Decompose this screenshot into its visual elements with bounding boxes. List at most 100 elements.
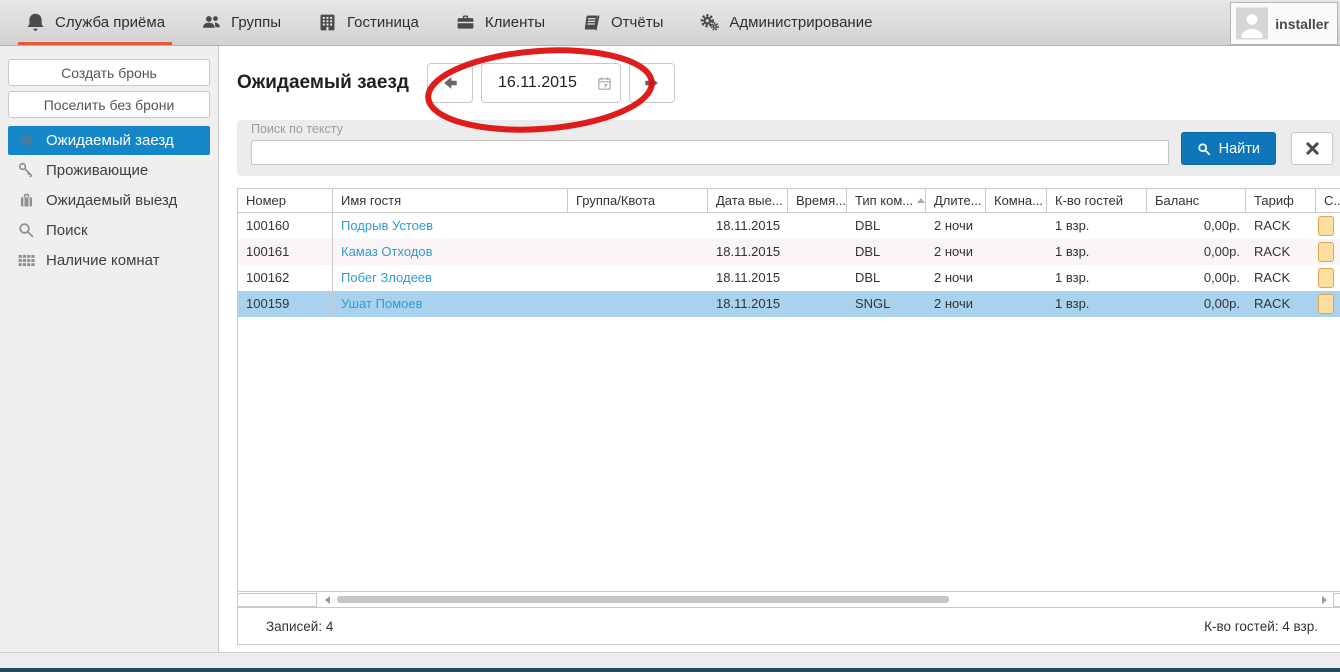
page-title: Ожидаемый заезд <box>237 72 409 94</box>
date-navigator: 16.11.2015 <box>427 63 675 103</box>
cell-group <box>568 265 708 291</box>
search-input[interactable] <box>251 140 1169 165</box>
table-header-row: НомерИмя гостяГруппа/КвотаДата вые...Вре… <box>238 189 1340 213</box>
column-header-duration[interactable]: Длите... <box>926 189 986 212</box>
column-header-number[interactable]: Номер <box>238 189 333 212</box>
column-header-status[interactable]: С... <box>1316 189 1340 212</box>
cell-tariff: RACK <box>1246 291 1316 317</box>
column-header-date_out[interactable]: Дата вые... <box>708 189 788 212</box>
cell-time <box>788 291 847 317</box>
horizontal-scrollbar <box>237 592 1340 607</box>
reports-icon <box>581 12 602 33</box>
nav-label: Администрирование <box>729 14 872 31</box>
scrollbar-corner <box>1333 593 1340 607</box>
cell-date_out: 18.11.2015 <box>708 265 788 291</box>
nav-item-clients[interactable]: Клиенты <box>448 0 552 45</box>
column-header-room_type[interactable]: Тип ком... <box>847 189 926 212</box>
cell-room <box>986 265 1047 291</box>
arrow-right-icon <box>643 74 661 92</box>
cell-balance: 0,00р. <box>1147 213 1246 239</box>
column-header-guests[interactable]: К-во гостей <box>1047 189 1147 212</box>
cell-guest[interactable]: Побег Злодеев <box>333 265 568 291</box>
table-row[interactable]: 100160Подрыв Устоев18.11.2015DBL2 ночи1 … <box>238 213 1340 239</box>
scroll-right-icon[interactable] <box>1322 596 1327 604</box>
calendar-icon[interactable] <box>597 76 612 91</box>
sidebar-item-search[interactable]: Поиск <box>8 216 210 245</box>
bell-icon <box>25 12 46 33</box>
nav-label: Группы <box>231 14 281 31</box>
column-header-guest[interactable]: Имя гостя <box>333 189 568 212</box>
cell-guest[interactable]: Ушат Помоев <box>333 291 568 317</box>
sidebar: Создать бронь Поселить без брони Ожидаем… <box>0 46 219 652</box>
close-icon <box>1306 142 1319 155</box>
cell-guest[interactable]: Подрыв Устоев <box>333 213 568 239</box>
sidebar-item-label: Ожидаемый заезд <box>46 132 174 149</box>
table-row[interactable]: 100159Ушат Помоев18.11.2015SNGL2 ночи1 в… <box>238 291 1340 317</box>
sidebar-item-expected-arrivals[interactable]: Ожидаемый заезд <box>8 126 210 155</box>
scroll-left-icon[interactable] <box>325 596 330 604</box>
cell-room_type: DBL <box>847 239 926 265</box>
column-header-group[interactable]: Группа/Квота <box>568 189 708 212</box>
key-icon <box>17 161 36 180</box>
cell-guests: 1 взр. <box>1047 291 1147 317</box>
search-panel: Поиск по тексту Найти <box>237 120 1340 176</box>
cell-room <box>986 239 1047 265</box>
cell-tariff: RACK <box>1246 213 1316 239</box>
column-header-room[interactable]: Комна... <box>986 189 1047 212</box>
table-body: 100160Подрыв Устоев 18.11.2015 DBL2 ночи 1 … <box>238 213 1340 317</box>
cell-time <box>788 213 847 239</box>
cell-guests: 1 взр. <box>1047 213 1147 239</box>
sort-asc-icon <box>917 198 925 203</box>
cell-tariff: RACK <box>1246 265 1316 291</box>
cell-number: 100160 <box>238 213 333 239</box>
sidebar-menu: Ожидаемый заезд Проживающие Ожидаемый вы… <box>0 126 218 275</box>
status-badge <box>1318 294 1334 314</box>
status-badge <box>1318 216 1334 236</box>
sidebar-item-expected-departures[interactable]: Ожидаемый выезд <box>8 186 210 215</box>
records-count: Записей: 4 <box>266 619 333 634</box>
checkin-without-booking-button[interactable]: Поселить без брони <box>8 91 210 118</box>
cell-room <box>986 291 1047 317</box>
sidebar-item-guests-inhouse[interactable]: Проживающие <box>8 156 210 185</box>
nav-item-hotel[interactable]: Гостиница <box>310 0 426 45</box>
cell-group <box>568 239 708 265</box>
find-button[interactable]: Найти <box>1181 132 1276 165</box>
nav-item-reception-service[interactable]: Служба приёма <box>18 0 172 45</box>
page-header: Ожидаемый заезд 16.11.2015 <box>237 46 1340 120</box>
clear-search-button[interactable] <box>1291 132 1333 165</box>
sidebar-item-room-availability[interactable]: Наличие комнат <box>8 246 210 275</box>
luggage-icon <box>17 191 36 210</box>
column-header-time[interactable]: Время... <box>788 189 847 212</box>
cell-status <box>1316 291 1340 317</box>
cell-date_out: 18.11.2015 <box>708 239 788 265</box>
column-header-balance[interactable]: Баланс <box>1147 189 1246 212</box>
scrollbar-thumb[interactable] <box>337 596 949 603</box>
find-button-label: Найти <box>1219 141 1260 157</box>
cell-number: 100161 <box>238 239 333 265</box>
prev-day-button[interactable] <box>427 63 473 103</box>
next-day-button[interactable] <box>629 63 675 103</box>
gears-icon <box>699 12 720 33</box>
status-bar: Записей: 4 К-во гостей: 4 взр. <box>237 607 1340 645</box>
table-row[interactable]: 100162Побег Злодеев18.11.2015DBL2 ночи1 … <box>238 265 1340 291</box>
table-row[interactable]: 100161Камаз Отходов18.11.2015DBL2 ночи1 … <box>238 239 1340 265</box>
column-header-tariff[interactable]: Тариф <box>1246 189 1316 212</box>
hotel-icon <box>317 12 338 33</box>
groups-icon <box>201 12 222 33</box>
cell-duration: 2 ночи <box>926 213 986 239</box>
nav-label: Гостиница <box>347 14 419 31</box>
cell-status <box>1316 239 1340 265</box>
cell-guest[interactable]: Камаз Отходов <box>333 239 568 265</box>
nav-item-administration[interactable]: Администрирование <box>692 0 879 45</box>
cell-date_out: 18.11.2015 <box>708 213 788 239</box>
create-booking-button[interactable]: Создать бронь <box>8 59 210 86</box>
user-menu[interactable]: installer <box>1230 2 1338 45</box>
sidebar-item-label: Проживающие <box>46 162 148 179</box>
sidebar-item-label: Наличие комнат <box>46 252 160 269</box>
nav-item-reports[interactable]: Отчёты <box>574 0 670 45</box>
cell-group <box>568 291 708 317</box>
nav-item-groups[interactable]: Группы <box>194 0 288 45</box>
status-badge <box>1318 268 1334 288</box>
date-input[interactable]: 16.11.2015 <box>481 63 621 103</box>
cell-room_type: DBL <box>847 265 926 291</box>
